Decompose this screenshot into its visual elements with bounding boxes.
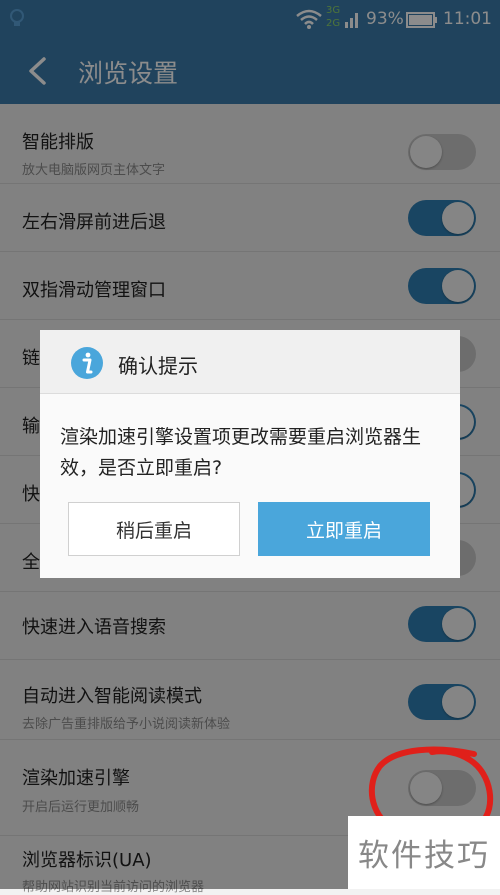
dialog-message: 渲染加速引擎设置项更改需要重启浏览器生效，是否立即重启?	[60, 426, 422, 479]
watermark-text: 软件技巧	[358, 838, 490, 874]
restart-later-button[interactable]: 稍后重启	[68, 502, 240, 556]
watermark: 软件技巧	[348, 816, 500, 889]
dialog-header: 确认提示	[40, 330, 460, 394]
confirm-dialog: 确认提示 渲染加速引擎设置项更改需要重启浏览器生效，是否立即重启? 稍后重启 立…	[40, 330, 460, 578]
restart-now-button[interactable]: 立即重启	[258, 502, 430, 556]
info-icon	[71, 347, 103, 379]
dialog-title: 确认提示	[118, 354, 198, 378]
